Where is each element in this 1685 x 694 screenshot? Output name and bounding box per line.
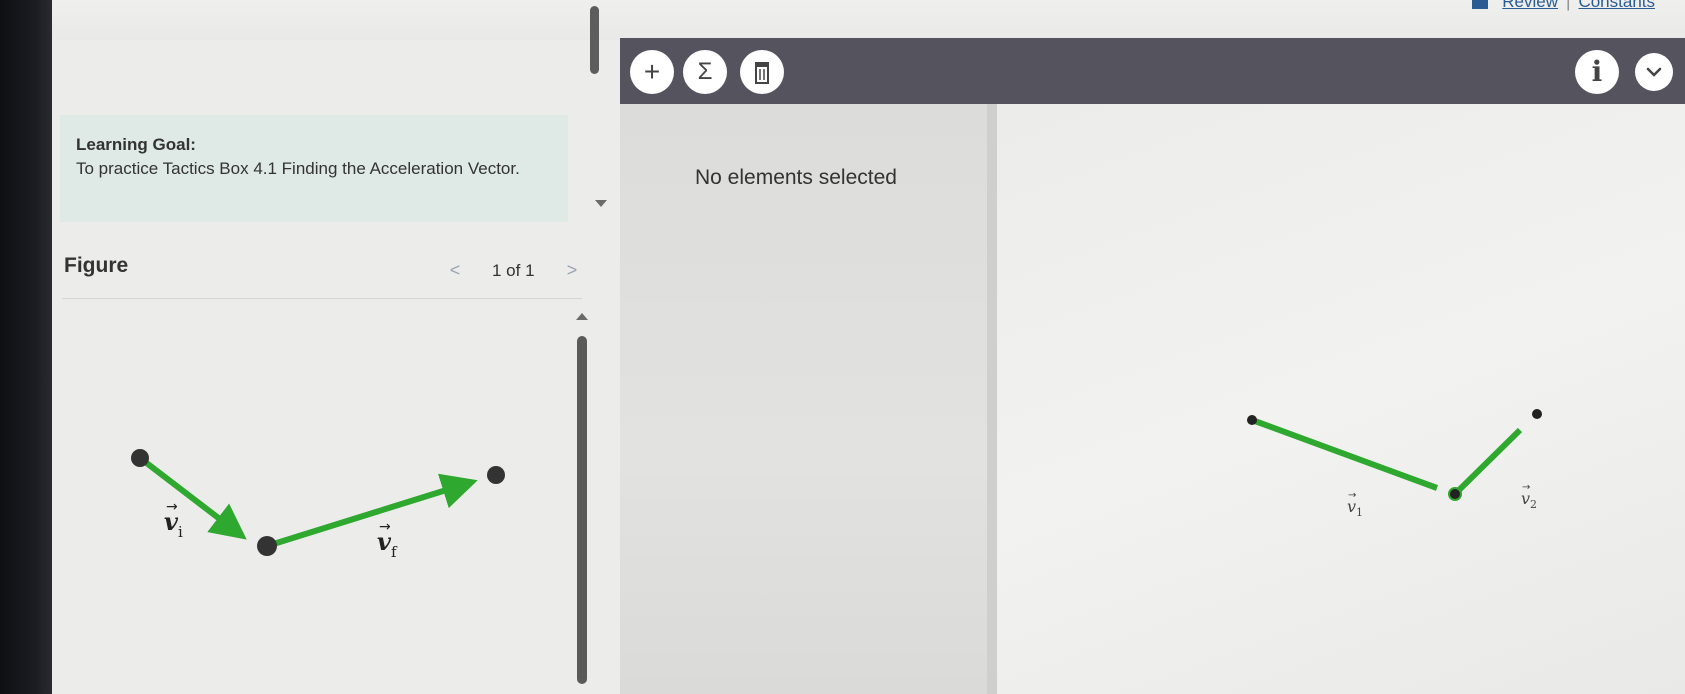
- vector-vf-arrow-icon: →: [379, 519, 391, 535]
- vector-sum-button[interactable]: Σ: [683, 50, 727, 94]
- vector-vf-subscript: f: [391, 543, 398, 561]
- instructions-scrollbar-thumb[interactable]: [590, 6, 599, 74]
- review-link[interactable]: Review: [1502, 0, 1558, 11]
- vector-vi-tail-dot: [131, 449, 149, 467]
- learning-goal-title: Learning Goal:: [76, 135, 196, 154]
- figure-title: Figure: [64, 254, 129, 277]
- vector-v2-subscript: 2: [1530, 498, 1537, 511]
- properties-pane: No elements selected: [620, 104, 987, 694]
- monitor-bezel: [0, 0, 52, 694]
- link-separator: |: [1566, 0, 1571, 11]
- figure-counter: 1 of 1: [492, 261, 535, 280]
- scroll-down-arrow-icon[interactable]: [595, 200, 607, 207]
- add-vector-button[interactable]: +: [630, 50, 674, 94]
- drawing-canvas[interactable]: v 1 → v 2 →: [997, 104, 1685, 694]
- constants-link[interactable]: Constants: [1578, 0, 1655, 11]
- vector-junction-dot: [257, 536, 277, 556]
- figure-scroll-up-arrow-icon[interactable]: [576, 313, 588, 320]
- delete-button[interactable]: [740, 50, 784, 94]
- vector-v1-tail-dot[interactable]: [1247, 415, 1257, 425]
- figure-scrollbar-thumb[interactable]: [577, 336, 587, 684]
- vector-v2-tail-dot[interactable]: [1448, 487, 1462, 501]
- figure-header: Figure < 1 of 1 >: [62, 248, 592, 288]
- vector-vi-arrow-icon: →: [166, 499, 178, 515]
- figure-divider: [62, 298, 582, 299]
- screen: Review | Constants Learning Goal: To pract…: [0, 0, 1685, 694]
- vector-v2[interactable]: v 2 →: [1448, 427, 1537, 511]
- vector-vf: v f →: [266, 473, 478, 561]
- menu-chevron-button[interactable]: [1635, 53, 1673, 91]
- learning-goal-box: Learning Goal: To practice Tactics Box 4…: [60, 115, 568, 222]
- drawing-vectors: v 1 → v 2 →: [1247, 409, 1542, 519]
- vector-v1-subscript: 1: [1356, 506, 1363, 519]
- vector-vi-subscript: i: [178, 523, 183, 541]
- figure-diagram: v i → v f →: [131, 449, 505, 561]
- pane-divider[interactable]: [987, 104, 997, 694]
- selection-status: No elements selected: [695, 166, 897, 189]
- vector-v2-arrow-icon: →: [1522, 482, 1530, 493]
- chevron-down-icon: [1646, 67, 1662, 77]
- book-icon: [1472, 0, 1489, 9]
- header-links: Review | Constants: [1472, 0, 1655, 12]
- vector-v1[interactable]: v 1 →: [1247, 415, 1439, 519]
- top-strip: Review | Constants: [52, 0, 1685, 40]
- vector-vf-tip-dot: [487, 466, 505, 484]
- info-button[interactable]: i: [1575, 50, 1619, 94]
- figure-next-button[interactable]: >: [557, 256, 587, 284]
- vector-vi: v i →: [138, 455, 247, 541]
- v2-tip-point[interactable]: [1532, 409, 1542, 419]
- trash-icon: [755, 62, 769, 84]
- learning-goal-text: To practice Tactics Box 4.1 Finding the …: [76, 159, 520, 178]
- drawing-toolbar: + Σ i: [620, 38, 1685, 104]
- vector-v1-arrow-icon: →: [1348, 490, 1356, 501]
- figure-prev-button[interactable]: <: [440, 256, 470, 284]
